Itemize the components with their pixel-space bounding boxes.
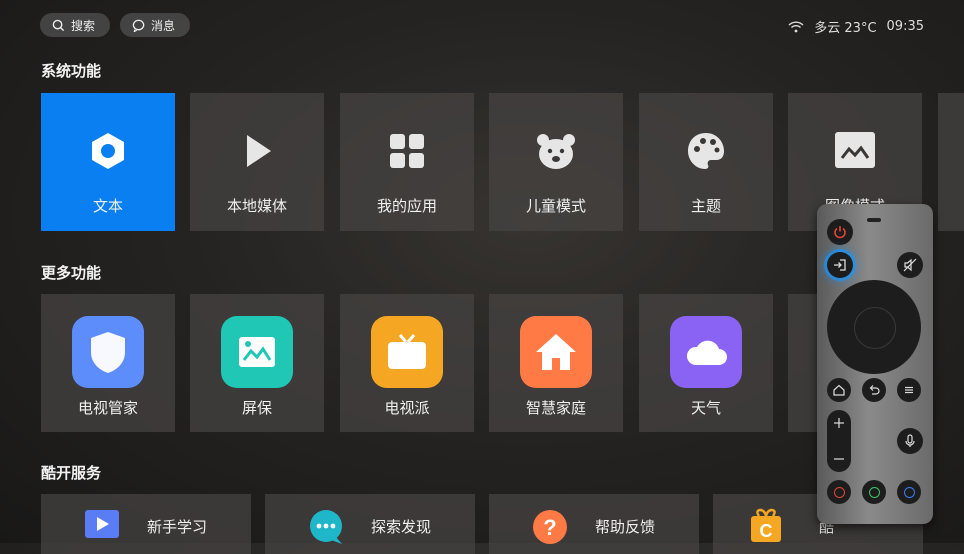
service-label: 探索发现 [371, 518, 432, 536]
service-explore[interactable]: 探索发现 [265, 494, 475, 554]
wifi-icon [788, 20, 804, 32]
tile-label: 儿童模式 [525, 197, 586, 215]
tile-partial [938, 93, 964, 231]
svg-text:?: ? [543, 515, 556, 540]
green-dot-icon [868, 486, 880, 498]
tile-label: 电视派 [384, 399, 430, 417]
shield-icon [72, 316, 144, 388]
mute-icon [903, 258, 917, 272]
menu-button[interactable] [897, 378, 921, 402]
picture-icon [221, 316, 293, 388]
question-icon: ? [533, 510, 567, 544]
voice-button[interactable] [897, 428, 923, 454]
tile-local-media[interactable]: 本地媒体 [190, 93, 324, 231]
service-label: 帮助反馈 [595, 518, 656, 536]
green-button[interactable] [862, 480, 886, 504]
menu-icon [905, 386, 913, 394]
hexagon-settings-icon [92, 133, 124, 169]
bear-icon [537, 134, 575, 169]
section-title-services: 酷开服务 [41, 464, 102, 482]
service-beginner[interactable]: 新手学习 [41, 494, 251, 554]
play-icon [247, 135, 271, 167]
blue-dot-icon [903, 486, 915, 498]
home-icon [520, 316, 592, 388]
red-dot-icon [833, 486, 845, 498]
tv-icon [371, 316, 443, 388]
tile-tv-manager[interactable]: 电视管家 [41, 294, 175, 432]
section-title-system: 系统功能 [41, 62, 102, 80]
apps-grid-icon [390, 134, 424, 168]
tile-label: 主题 [690, 197, 721, 215]
tile-label: 屏保 [241, 399, 272, 417]
status-bar: 多云 23°C 09:35 [788, 17, 924, 36]
tile-label: 我的应用 [376, 197, 437, 215]
tile-label: 文本 [92, 197, 123, 215]
chat-dots-icon [310, 510, 342, 544]
volume-up-icon [834, 418, 844, 428]
remote-control [817, 204, 933, 524]
search-button[interactable]: 搜索 [40, 13, 110, 37]
tile-label: 电视管家 [77, 399, 138, 417]
input-icon [834, 259, 846, 271]
image-mode-icon [835, 132, 875, 168]
red-button[interactable] [827, 480, 851, 504]
tile-label: 本地媒体 [226, 197, 287, 215]
back-icon [869, 385, 880, 395]
dpad[interactable] [827, 280, 921, 374]
input-source-button[interactable] [827, 252, 853, 278]
weather-text: 多云 23°C [814, 21, 877, 36]
search-icon [52, 19, 65, 31]
tile-tv-pai[interactable]: 电视派 [340, 294, 474, 432]
back-button[interactable] [862, 378, 886, 402]
svg-text:C: C [760, 521, 773, 541]
blue-button[interactable] [897, 480, 921, 504]
tile-label: 天气 [690, 399, 721, 417]
message-button[interactable]: 消息 [120, 13, 190, 37]
tile-text[interactable]: 文本 [41, 93, 175, 231]
service-help[interactable]: ? 帮助反馈 [489, 494, 699, 554]
section-title-more: 更多功能 [41, 264, 102, 282]
mute-button[interactable] [897, 252, 923, 278]
ok-button[interactable] [854, 307, 896, 349]
tile-kids-mode[interactable]: 儿童模式 [489, 93, 623, 231]
remote-indicator [867, 218, 881, 222]
gift-c-icon: C [751, 508, 781, 542]
search-label: 搜索 [71, 18, 96, 33]
tile-screensaver[interactable]: 屏保 [190, 294, 324, 432]
message-label: 消息 [151, 18, 176, 33]
service-label: 新手学习 [147, 518, 208, 536]
power-icon [834, 226, 846, 239]
cloud-icon [670, 316, 742, 388]
tile-weather[interactable]: 天气 [639, 294, 773, 432]
palette-icon [688, 133, 724, 169]
volume-down-icon [834, 458, 844, 460]
clock-time: 09:35 [886, 19, 924, 34]
home-button[interactable] [827, 378, 851, 402]
power-button[interactable] [827, 219, 853, 245]
tile-theme[interactable]: 主题 [639, 93, 773, 231]
tile-label: 智慧家庭 [525, 399, 586, 417]
tile-my-apps[interactable]: 我的应用 [340, 93, 474, 231]
volume-rocker[interactable] [827, 410, 851, 472]
home-icon [833, 384, 845, 396]
message-icon [132, 19, 145, 32]
tile-smart-home[interactable]: 智慧家庭 [489, 294, 623, 432]
video-icon [85, 510, 119, 538]
microphone-icon [905, 434, 915, 447]
